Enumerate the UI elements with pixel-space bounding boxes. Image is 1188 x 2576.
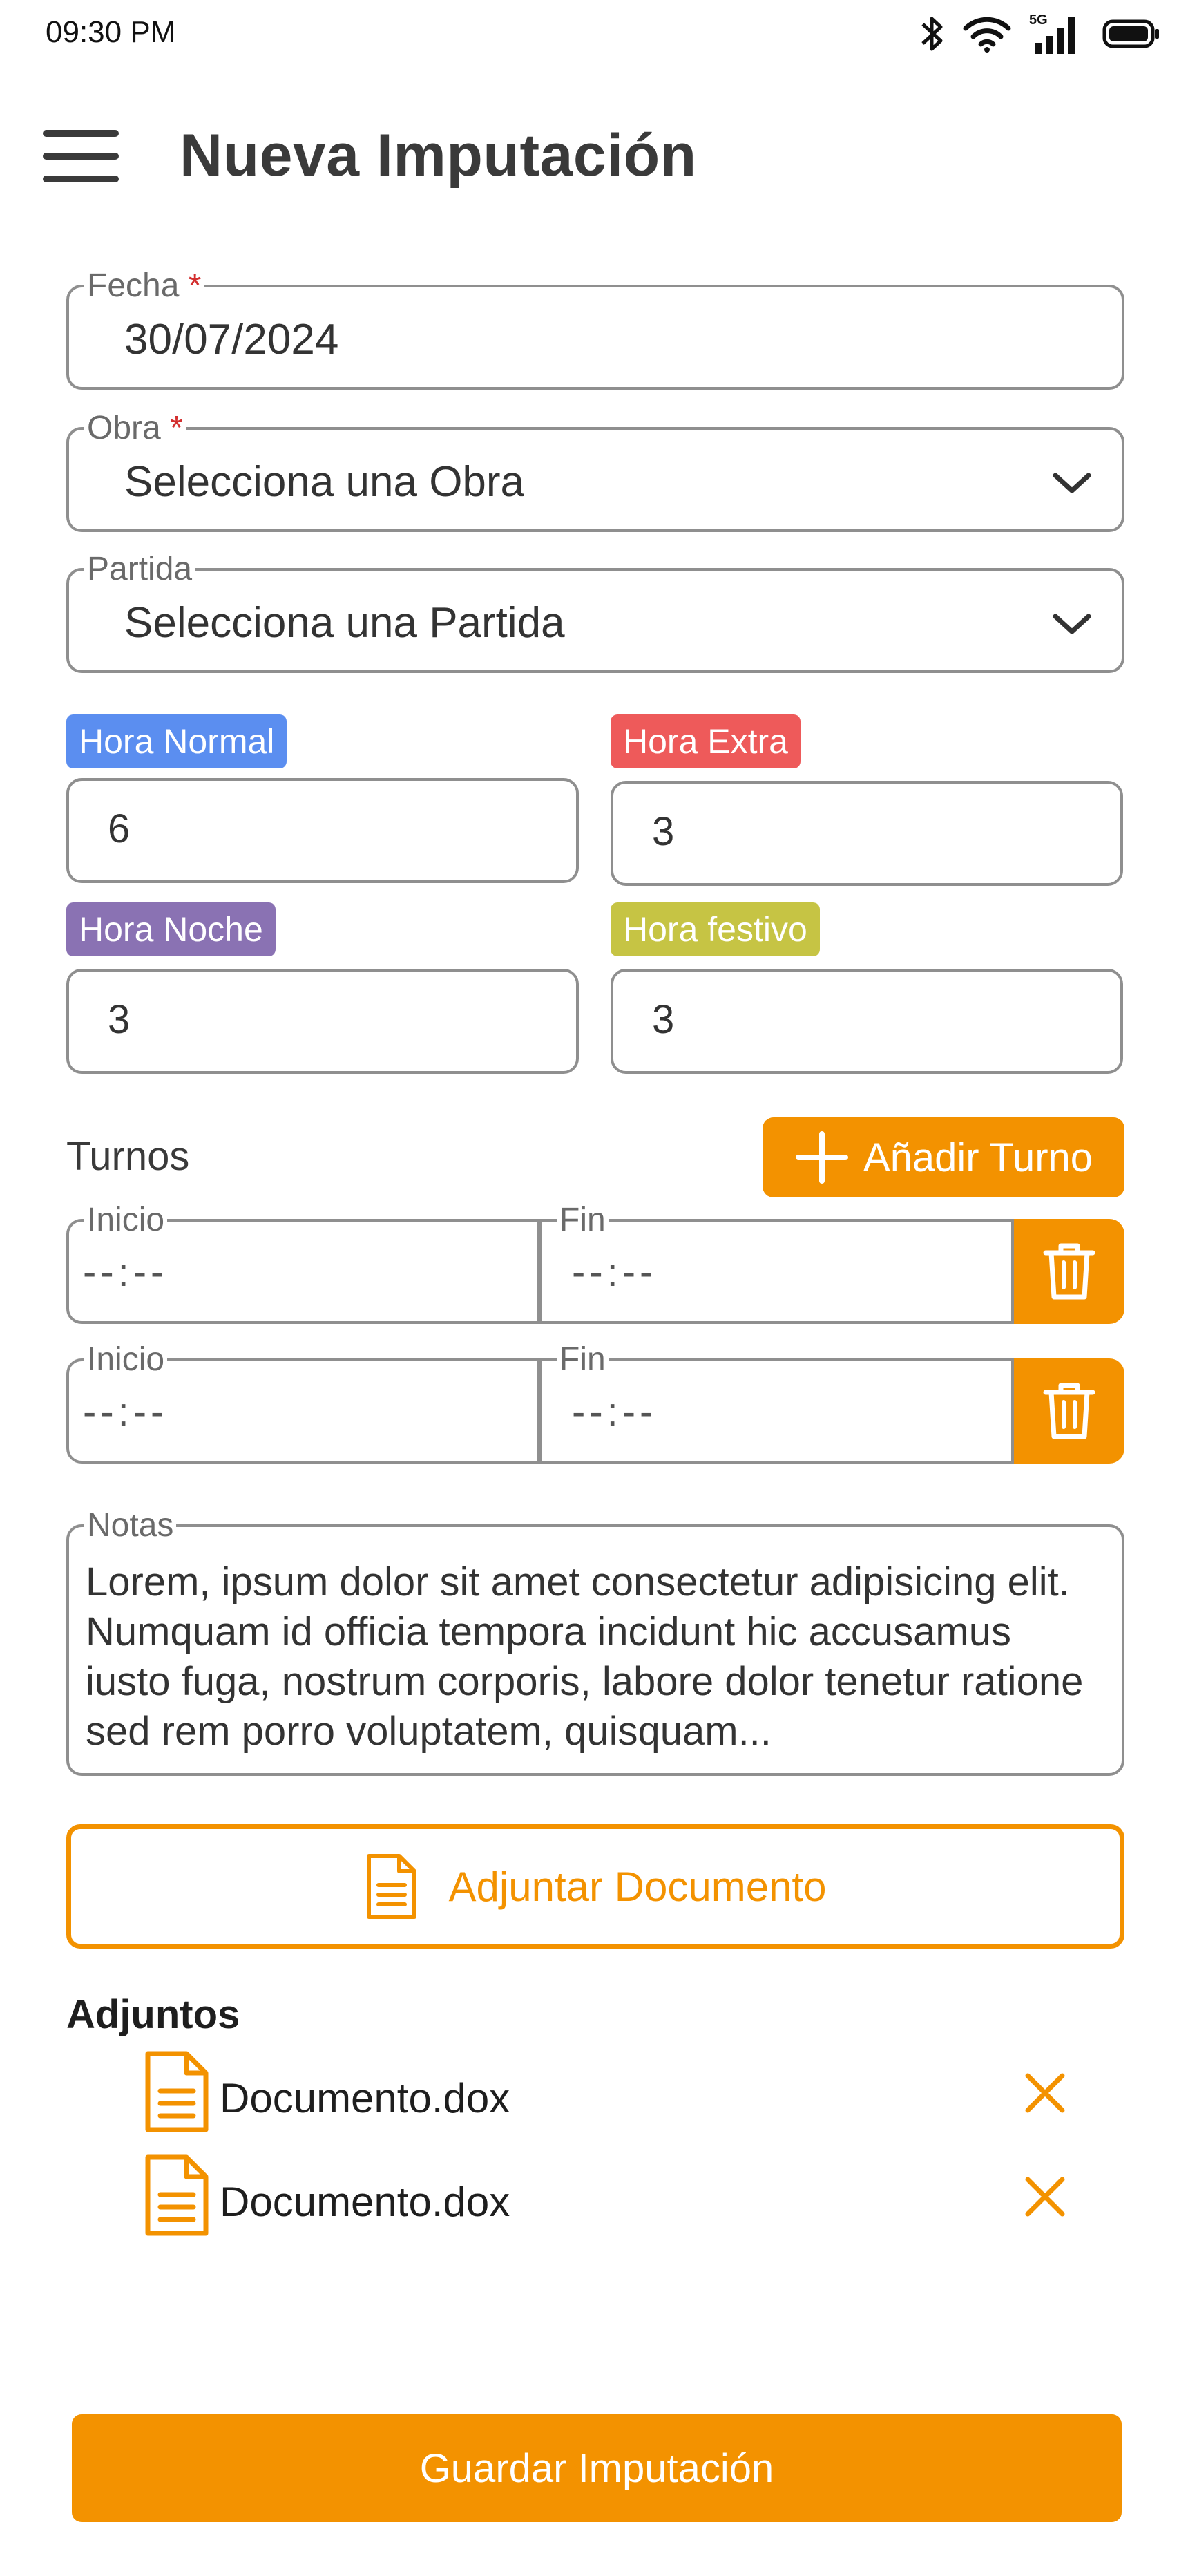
obra-label: Obra * <box>84 410 186 446</box>
hora-extra-value: 3 <box>652 809 675 854</box>
fecha-field[interactable]: Fecha * 30/07/2024 <box>66 268 1124 390</box>
add-turno-label: Añadir Turno <box>863 1135 1093 1180</box>
hora-normal-value: 6 <box>108 806 131 851</box>
document-icon <box>366 1854 416 1919</box>
status-time: 09:30 PM <box>46 15 176 49</box>
partida-label: Partida <box>84 551 195 587</box>
fecha-value: 30/07/2024 <box>124 316 339 363</box>
attachment-item: Documento.dox <box>144 2051 1069 2137</box>
battery-icon <box>1102 19 1159 48</box>
fin-label: Fin <box>557 1202 609 1238</box>
chevron-down-icon <box>1053 614 1091 634</box>
hora-festivo-chip: Hora festivo <box>611 902 820 956</box>
notas-label: Notas <box>84 1508 177 1544</box>
hora-festivo-input[interactable]: 3 <box>611 969 1123 1074</box>
hora-normal-input[interactable]: 6 <box>66 778 579 883</box>
delete-turno-button[interactable] <box>1014 1219 1124 1324</box>
fin-label: Fin <box>557 1342 609 1378</box>
chevron-down-icon <box>1053 473 1091 493</box>
partida-select[interactable]: Partida Selecciona una Partida <box>66 551 1124 673</box>
inicio-label: Inicio <box>84 1202 168 1238</box>
menu-icon[interactable] <box>43 130 119 182</box>
hora-extra-input[interactable]: 3 <box>611 781 1123 886</box>
adjuntos-title: Adjuntos <box>66 1992 240 2037</box>
turno-inicio-input[interactable]: Inicio --:-- <box>66 1342 540 1464</box>
obra-select[interactable]: Obra * Selecciona una Obra <box>66 410 1124 532</box>
signal-icon: 5G <box>1029 12 1084 55</box>
fin-placeholder: --:-- <box>572 1250 658 1295</box>
hora-noche-input[interactable]: 3 <box>66 969 579 1074</box>
turno-inicio-input[interactable]: Inicio --:-- <box>66 1202 540 1324</box>
notas-textarea[interactable]: Notas Lorem, ipsum dolor sit amet consec… <box>66 1508 1124 1776</box>
document-icon <box>145 2051 209 2132</box>
save-button[interactable]: Guardar Imputación <box>72 2414 1122 2522</box>
attach-document-label: Adjuntar Documento <box>448 1863 827 1910</box>
turnos-label: Turnos <box>66 1134 190 1179</box>
inicio-placeholder: --:-- <box>83 1250 169 1295</box>
add-turno-button[interactable]: Añadir Turno <box>763 1117 1124 1197</box>
delete-turno-button[interactable] <box>1014 1358 1124 1464</box>
attachment-item: Documento.dox <box>144 2154 1069 2240</box>
trash-icon <box>1043 1243 1095 1300</box>
plus-icon <box>795 1131 848 1184</box>
notas-value: Lorem, ipsum dolor sit amet consectetur … <box>86 1560 1084 1754</box>
hora-normal-chip: Hora Normal <box>66 714 287 768</box>
attachment-name: Documento.dox <box>220 2179 510 2225</box>
status-icons: 5G <box>920 10 1160 58</box>
partida-value: Selecciona una Partida <box>124 599 565 647</box>
turno-fin-input[interactable]: Fin --:-- <box>539 1202 1014 1324</box>
obra-value: Selecciona una Obra <box>124 458 525 506</box>
attachment-name: Documento.dox <box>220 2075 510 2121</box>
fin-placeholder: --:-- <box>572 1390 658 1434</box>
document-icon <box>145 2154 209 2236</box>
hora-noche-value: 3 <box>108 997 131 1042</box>
inicio-label: Inicio <box>84 1342 168 1378</box>
page-title: Nueva Imputación <box>180 122 697 189</box>
hora-extra-chip: Hora Extra <box>611 714 801 768</box>
required-mark: * <box>170 410 183 446</box>
close-icon[interactable] <box>1021 2069 1069 2117</box>
hora-festivo-value: 3 <box>652 997 675 1042</box>
fecha-label: Fecha * <box>84 268 204 304</box>
inicio-placeholder: --:-- <box>83 1390 169 1434</box>
bluetooth-icon <box>921 17 943 51</box>
close-icon[interactable] <box>1021 2172 1069 2221</box>
trash-icon <box>1043 1383 1095 1439</box>
attach-document-button[interactable]: Adjuntar Documento <box>66 1824 1124 1949</box>
hora-noche-chip: Hora Noche <box>66 902 276 956</box>
wifi-icon <box>963 17 1011 53</box>
required-mark: * <box>188 267 202 304</box>
turno-fin-input[interactable]: Fin --:-- <box>539 1342 1014 1464</box>
